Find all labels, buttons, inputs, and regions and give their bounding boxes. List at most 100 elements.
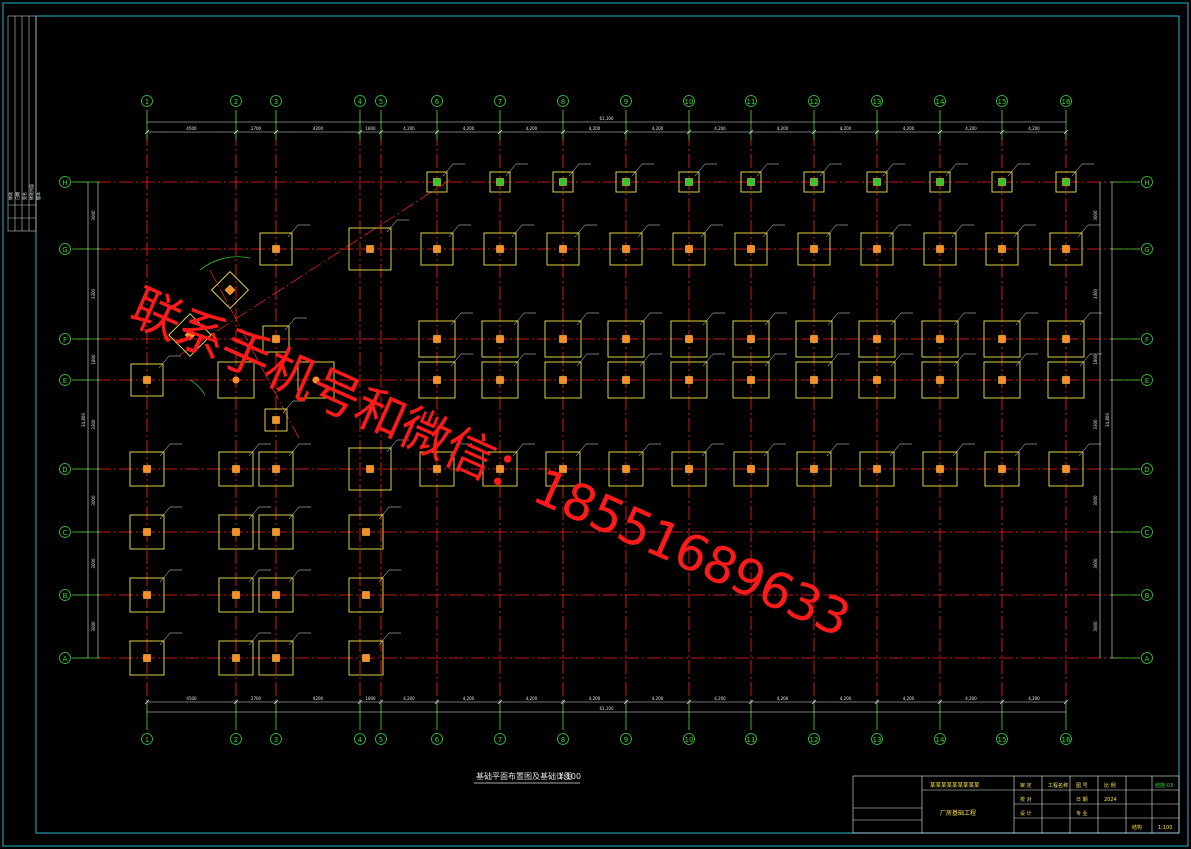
footing-G-7-column	[496, 245, 504, 253]
axis-label-top-2: 2	[234, 98, 238, 106]
axis-label-top-10: 10	[685, 98, 694, 106]
dim-bottom-label: 4,200	[903, 696, 915, 701]
footing-B-2-column	[272, 591, 280, 599]
footing-F-12-column	[810, 335, 818, 343]
axis-label-top-8: 8	[561, 98, 565, 106]
axis-label-top-1: 1	[145, 98, 149, 106]
axis-label-top-11: 11	[747, 98, 756, 106]
angle-arc-2	[189, 379, 206, 396]
footing-E-14-leader	[953, 353, 976, 367]
footing-G-9-column	[622, 245, 630, 253]
dim-bottom-label: 4200	[313, 696, 324, 701]
dim-side-label: 3000	[1093, 621, 1098, 632]
dim-top-label: 4,200	[777, 126, 789, 131]
footing-D-4-column	[366, 465, 374, 473]
axis-label-bottom-2: 2	[234, 736, 238, 744]
footing-E-10-leader	[702, 353, 725, 367]
footing-D-13-leader	[889, 443, 912, 457]
title-block	[852, 775, 1180, 834]
footing-B-1-column	[232, 591, 240, 599]
footing-D-10-leader	[701, 443, 724, 457]
footing-D-15-leader	[1014, 443, 1037, 457]
axis-label-top-4: 4	[358, 98, 363, 106]
footing-B-1-leader	[248, 569, 271, 583]
footing-F-16-column	[1062, 335, 1070, 343]
axis-label-top-15: 15	[998, 98, 1007, 106]
footing-C-0-column	[143, 528, 151, 536]
footing-D-12-column	[810, 465, 818, 473]
footing-B-0-column	[143, 591, 151, 599]
footing-C-1-leader	[248, 506, 271, 520]
dim-side-label: 3000	[91, 558, 96, 569]
footing-H-12-column	[810, 178, 818, 186]
footing-D-14-column	[936, 465, 944, 473]
dim-side-label: 3300	[91, 288, 96, 299]
dim-bottom-label: 1800	[365, 696, 376, 701]
footing-A-0-leader	[159, 632, 182, 646]
dim-top-label: 4500	[186, 126, 197, 131]
axis-label-right-D: D	[1144, 466, 1149, 474]
axis-label-bottom-9: 9	[624, 736, 628, 744]
axis-label-top-5: 5	[379, 98, 383, 106]
footing-G-16-leader	[1077, 224, 1100, 238]
footing-A-2-column	[272, 654, 280, 662]
footing-G-12-column	[810, 245, 818, 253]
dim-side-label: 3300	[1093, 288, 1098, 299]
dim-side-label: 3000	[1093, 495, 1098, 506]
footing-F-16-leader	[1079, 312, 1102, 326]
footing-G-11-leader	[762, 224, 785, 238]
footing-F-8-column	[559, 335, 567, 343]
revision-strip-label: 签名	[21, 192, 27, 200]
footing-E-16-column	[1062, 376, 1070, 384]
footing-F-13-leader	[890, 312, 913, 326]
axis-label-bottom-14: 14	[936, 736, 945, 744]
footing-D-1-column	[232, 465, 240, 473]
footing-A-3-column	[362, 654, 370, 662]
footing-H-9-leader	[631, 163, 654, 177]
title-block-cell: 结施-03	[1155, 782, 1173, 789]
footing-H-14-leader	[945, 163, 968, 177]
footing-D-10-column	[685, 465, 693, 473]
dim-side-label: 3000	[91, 621, 96, 632]
footing-F-10-leader	[702, 312, 725, 326]
title-block-cell: 日 期	[1076, 797, 1088, 803]
footing-B-0-leader	[159, 569, 182, 583]
revision-strip-label: 版本	[35, 192, 41, 200]
axis-label-left-F: F	[63, 336, 67, 344]
footing-E-10-column	[685, 376, 693, 384]
dim-top-label: 1800	[365, 126, 376, 131]
footing-H-13-column	[873, 178, 881, 186]
axis-label-right-G: G	[1144, 246, 1149, 254]
footing-H-6-leader	[442, 163, 465, 177]
footing-H-13-leader	[882, 163, 905, 177]
axis-label-right-A: A	[1145, 655, 1150, 663]
footing-E-15-column	[998, 376, 1006, 384]
axis-label-bottom-8: 8	[561, 736, 565, 744]
revision-strip-label: 修改	[7, 192, 13, 200]
dim-top-label: 4,200	[840, 126, 852, 131]
axis-label-bottom-15: 15	[998, 736, 1007, 744]
design-unit: 某某某某某某某某某	[930, 782, 980, 789]
dim-bottom-label: 4,200	[714, 696, 726, 701]
axis-label-left-D: D	[62, 466, 67, 474]
axis-label-bottom-11: 11	[747, 736, 756, 744]
footing-E-14-column	[936, 376, 944, 384]
dim-top-label: 4,200	[526, 126, 538, 131]
footing-C-2-column	[272, 528, 280, 536]
dim-top-label: 4,200	[403, 126, 415, 131]
footing-E-15-leader	[1015, 353, 1038, 367]
footing-C-2-leader	[288, 506, 311, 520]
footing-H-16-column	[1062, 178, 1070, 186]
dim-bottom-label: 4500	[186, 696, 197, 701]
dim-side-label: 1800	[1093, 354, 1098, 365]
axis-label-right-H: H	[1144, 179, 1149, 187]
footing-F-6-column	[433, 335, 441, 343]
axis-label-top-12: 12	[810, 98, 819, 106]
footing-F-3-leader	[284, 317, 307, 331]
footing-F-14-leader	[953, 312, 976, 326]
dim-top-label: 4,200	[463, 126, 475, 131]
footing-D-15-column	[998, 465, 1006, 473]
footing-E-6-leader	[450, 353, 473, 367]
footing-D-0-leader	[159, 443, 182, 457]
footing-G-12-leader	[825, 224, 848, 238]
